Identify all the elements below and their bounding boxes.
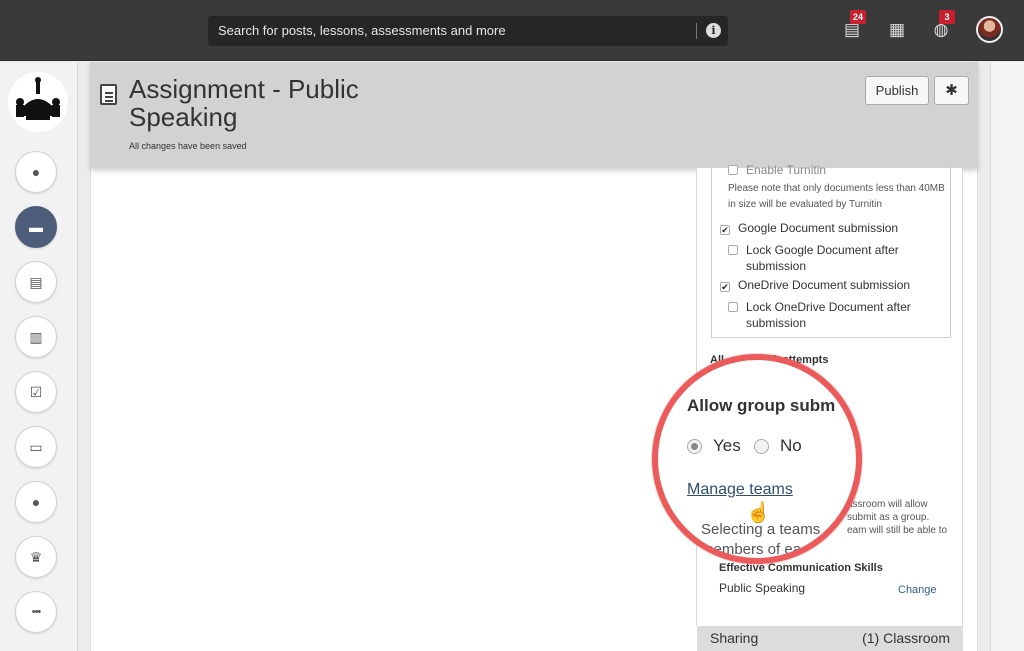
zoom-callout: Allow group subm Yes No Manage teams ☝ S… — [652, 354, 862, 564]
gear-icon[interactable]: ✱ — [934, 76, 969, 105]
monitor-icon[interactable]: ▭ — [15, 426, 57, 468]
group-yes-label: Yes — [713, 436, 741, 455]
rail-folder-glyph: ▬ — [29, 219, 43, 235]
globe-icon[interactable]: ◍ 3 — [931, 10, 955, 41]
google-doc-option[interactable]: ✔ Google Document submission — [720, 220, 898, 236]
page-title: Assignment - Public Speaking — [129, 74, 359, 132]
group-submission-heading: Allow group subm — [687, 396, 836, 415]
rail-monitor-glyph: ▭ — [29, 438, 43, 455]
teams-description: Selecting a teams members of ea — [701, 521, 821, 558]
rail-more-glyph: ••• — [31, 606, 42, 618]
rail-check-glyph: ☑ — [29, 383, 43, 400]
group-yes-radio[interactable] — [687, 439, 702, 454]
calendar-icon[interactable]: ▦ — [887, 19, 907, 41]
search-divider — [696, 23, 697, 39]
top-navigation-bar: Search for posts, lessons, assessments a… — [0, 0, 1024, 61]
user-icon[interactable]: ● — [15, 481, 57, 523]
sharing-label: Sharing — [710, 630, 759, 646]
skill-value: Public Speaking — [719, 581, 806, 595]
logo-image — [9, 73, 67, 131]
rail-user-glyph: ● — [31, 494, 41, 510]
calendar-glyph: ▦ — [888, 20, 906, 39]
onedrive-option[interactable]: ✔ OneDrive Document submission — [720, 277, 910, 293]
right-gutter — [990, 62, 1024, 651]
rail-chart-glyph: ▥ — [29, 328, 43, 345]
group-note-line-2: submit as a group. — [847, 512, 930, 523]
global-search-input[interactable]: Search for posts, lessons, assessments a… — [208, 16, 728, 46]
turnitin-checkbox[interactable] — [728, 165, 738, 175]
group-no-radio[interactable] — [754, 439, 769, 454]
save-status: All changes have been saved — [129, 141, 247, 151]
assignment-header: Assignment - Public Speaking All changes… — [90, 62, 978, 168]
group-no-label: No — [780, 436, 802, 455]
rail-trophy-glyph: ♛ — [29, 548, 43, 565]
globe-badge: 3 — [939, 10, 955, 24]
lock-google-label: Lock Google Document after submission — [746, 243, 899, 273]
manage-teams-link[interactable]: Manage teams — [687, 481, 793, 499]
checkbox-icon[interactable]: ☑ — [15, 371, 57, 413]
turnitin-label: Enable Turnitin — [746, 163, 827, 177]
turnitin-note: Please note that only documents less tha… — [728, 183, 945, 210]
lock-onedrive-checkbox[interactable] — [728, 302, 738, 312]
newspaper-icon[interactable]: ▤ — [15, 261, 57, 303]
group-note-line-1: assroom will allow — [847, 499, 928, 510]
avatar[interactable] — [976, 16, 1003, 43]
info-icon[interactable]: i — [706, 23, 721, 38]
search-placeholder: Search for posts, lessons, assessments a… — [218, 23, 506, 38]
rail-news-glyph: ▤ — [29, 273, 43, 290]
turnitin-option[interactable]: Enable Turnitin — [728, 162, 826, 178]
group-note-line-3: eam will still be able to — [847, 525, 948, 536]
sharing-value: (1) Classroom — [862, 630, 950, 646]
school-logo[interactable] — [8, 72, 68, 132]
lock-onedrive-option[interactable]: Lock OneDrive Document after submission — [728, 299, 928, 331]
document-notification-icon[interactable]: ▤ 24 — [842, 10, 866, 41]
onedrive-label: OneDrive Document submission — [738, 278, 911, 292]
lock-onedrive-label: Lock OneDrive Document after submission — [746, 300, 911, 330]
publish-button[interactable]: Publish — [865, 76, 929, 105]
more-icon[interactable]: ••• — [15, 591, 57, 633]
lock-google-checkbox[interactable] — [728, 245, 738, 255]
lock-google-option[interactable]: Lock Google Document after submission — [728, 242, 928, 274]
folder-icon[interactable]: ▬ — [15, 206, 57, 248]
chat-bubble-icon[interactable]: ● — [15, 151, 57, 193]
rail-chat-glyph: ● — [31, 164, 41, 180]
change-skill-link[interactable]: Change — [898, 582, 937, 598]
google-doc-label: Google Document submission — [738, 221, 899, 235]
sharing-section[interactable]: Sharing (1) Classroom — [697, 626, 963, 651]
bar-chart-icon[interactable]: ▥ — [15, 316, 57, 358]
trophy-icon[interactable]: ♛ — [15, 536, 57, 578]
notification-badge: 24 — [850, 10, 866, 24]
onedrive-checkbox[interactable]: ✔ — [720, 282, 730, 292]
google-doc-checkbox[interactable]: ✔ — [720, 225, 730, 235]
document-icon — [100, 84, 117, 105]
left-navigation-rail: ● ▬ ▤ ▥ ☑ ▭ ● ♛ ••• — [0, 62, 78, 651]
